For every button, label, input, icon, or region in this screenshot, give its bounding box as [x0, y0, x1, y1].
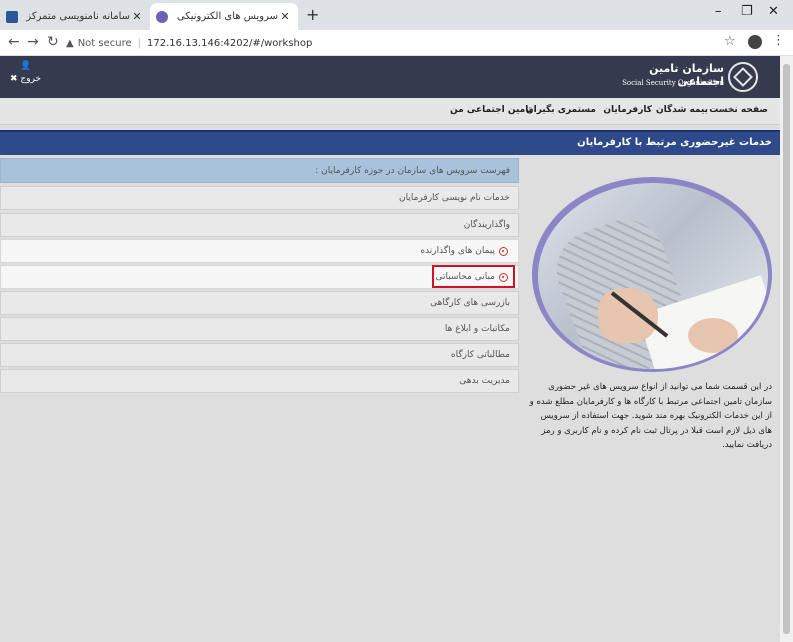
page-title-bar: خدمات غیرحضوری مرتبط با کارفرمایان [0, 130, 780, 155]
url-separator: | [137, 37, 142, 49]
service-item-label-wrap: پیمان های واگذارنده [420, 246, 508, 256]
service-item-label: مکاتبات و ابلاغ ها [444, 324, 510, 334]
address-bar[interactable]: ▲ Not secure | 172.16.13.146:4202/#/work… [66, 33, 746, 53]
service-item-employer-registration[interactable]: خدمات نام نویسی کارفرمایان [0, 186, 519, 210]
menu-item-pensioners[interactable]: مستمری بگیران [526, 105, 596, 115]
restore-icon[interactable]: ❐ [741, 4, 753, 19]
description-text: در این قسمت شما می توانید از انواع سرویس… [529, 382, 772, 450]
service-item-assignor-contracts[interactable]: پیمان های واگذارنده [0, 239, 519, 263]
window-close-icon[interactable]: ✕ [768, 4, 779, 19]
back-icon[interactable]: ← [8, 34, 20, 50]
page-favicon-icon [156, 10, 168, 23]
service-item-workshop-claims[interactable]: مطالباتی کارگاه [0, 343, 519, 367]
browser-toolbar: ← → ↻ ▲ Not secure | 172.16.13.146:4202/… [0, 30, 793, 56]
service-item-workshop-inspections[interactable]: بازرسی های کارگاهی [0, 291, 519, 315]
new-tab-icon[interactable]: + [306, 5, 319, 24]
browser-tab[interactable]: سامانه نامنویسی متمرکز کارگاه و ... ✕ [0, 3, 150, 30]
logo-emblem-icon [728, 62, 758, 92]
service-item-assignors[interactable]: واگذاریندگان [0, 213, 519, 237]
document-icon [499, 246, 508, 256]
tab-title: سامانه نامنویسی متمرکز کارگاه و ... [24, 11, 130, 22]
site-header: 👤 ✖ خروج سازمان تامین اجتماعی Social Sec… [0, 56, 780, 98]
service-list-heading: فهرست سرویس های سازمان در حوزه کارفرمایا… [0, 158, 519, 183]
bookmark-star-icon[interactable]: ☆ [724, 34, 736, 49]
reload-icon[interactable]: ↻ [47, 34, 59, 50]
account-icon[interactable] [748, 35, 762, 49]
menu-kebab-icon[interactable]: ⋮ [772, 33, 785, 48]
page-scrollbar[interactable] [780, 56, 793, 642]
service-item-label: مدیریت بدهی [459, 376, 510, 386]
menu-item-employers[interactable]: کارفرمایان [603, 105, 652, 115]
close-tab-icon[interactable]: ✕ [278, 10, 292, 23]
service-item-label: واگذاریندگان [463, 220, 510, 230]
logout-label: خروج [20, 74, 42, 84]
service-item-label: بازرسی های کارگاهی [430, 298, 510, 308]
forward-icon[interactable]: → [27, 34, 39, 50]
scrollbar-thumb[interactable] [783, 64, 790, 634]
highlight-box [432, 265, 515, 288]
logout-button[interactable]: 👤 ✖ خروج [10, 60, 41, 86]
service-list-heading-text: فهرست سرویس های سازمان در حوزه کارفرمایا… [315, 166, 510, 176]
close-icon: ✖ [10, 74, 18, 84]
browser-tab-active[interactable]: سرویس های الکترونیکی سازمان تام... ✕ [150, 3, 298, 30]
warning-icon: ▲ [66, 37, 74, 49]
service-item-label: پیمان های واگذارنده [420, 246, 495, 256]
security-status: Not secure [77, 37, 132, 49]
service-item-debt-management[interactable]: مدیریت بدهی [0, 369, 519, 393]
menu-item-my-social-security[interactable]: تامین اجتماعی من [450, 105, 532, 115]
page-title: خدمات غیرحضوری مرتبط با کارفرمایان [577, 137, 772, 148]
user-icon: 👤 [19, 61, 32, 71]
menu-item-insured[interactable]: بیمه شدگان [656, 105, 708, 115]
service-item-label: خدمات نام نویسی کارفرمایان [399, 193, 510, 203]
close-tab-icon[interactable]: ✕ [130, 10, 144, 23]
service-item-label: مطالباتی کارگاه [450, 350, 510, 360]
main-menu: صفحه نخست بیمه شدگان کارفرمایان مستمری ب… [0, 98, 780, 125]
tab-title: سرویس های الکترونیکی سازمان تام... [174, 11, 278, 22]
menu-item-home[interactable]: صفحه نخست [709, 105, 768, 115]
logo-text-en: Social Security Organization [622, 79, 724, 87]
illustration-image [532, 177, 772, 372]
browser-tab-bar: سامانه نامنویسی متمرکز کارگاه و ... ✕ سر… [0, 0, 793, 30]
url-text: 172.16.13.146:4202/#/workshop [147, 37, 313, 49]
page-favicon-icon [6, 10, 18, 23]
service-item-correspondence[interactable]: مکاتبات و ابلاغ ها [0, 317, 519, 341]
minimize-icon[interactable]: – [715, 4, 722, 19]
